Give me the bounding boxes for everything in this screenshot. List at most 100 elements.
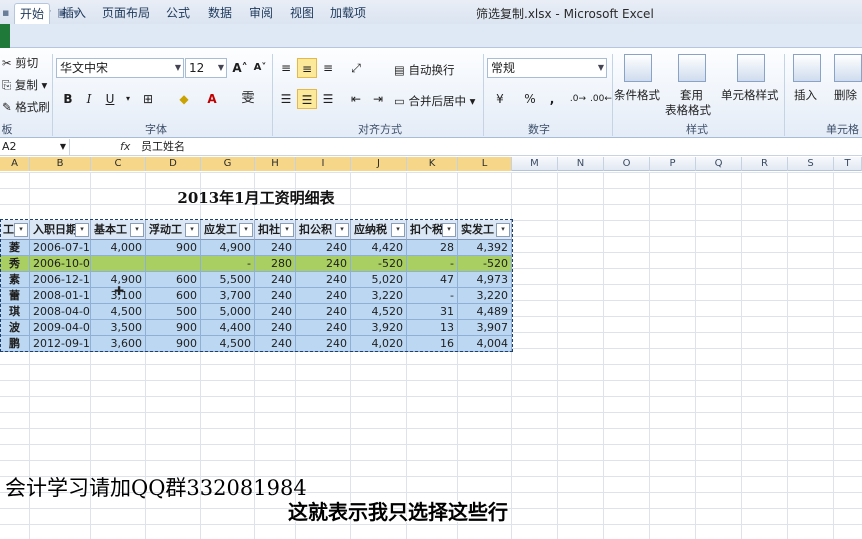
- merge-center-button[interactable]: ▭ 合并后居中 ▾: [394, 93, 475, 109]
- table-cell[interactable]: 2009-04-03: [30, 320, 91, 336]
- table-cell[interactable]: 5,020: [351, 272, 407, 288]
- table-cell[interactable]: -: [407, 256, 458, 272]
- table-cell[interactable]: 240: [255, 336, 296, 352]
- table-cell[interactable]: 240: [255, 304, 296, 320]
- grow-font-icon[interactable]: A˄: [230, 58, 250, 78]
- table-cell[interactable]: 240: [296, 304, 351, 320]
- table-cell[interactable]: 5,500: [201, 272, 255, 288]
- align-center-icon[interactable]: ☰: [297, 89, 317, 109]
- table-cell[interactable]: 280: [255, 256, 296, 272]
- tab-view[interactable]: 视图: [285, 3, 319, 24]
- table-cell[interactable]: [91, 256, 146, 272]
- table-cell[interactable]: 31: [407, 304, 458, 320]
- column-header[interactable]: L: [458, 157, 512, 171]
- format-painter-button[interactable]: ✎ 格式刷: [2, 99, 50, 115]
- decrease-decimal-icon[interactable]: .00←: [590, 89, 612, 109]
- cell-styles-button[interactable]: 单元格样式: [721, 87, 779, 103]
- table-cell[interactable]: 蕾: [0, 288, 30, 304]
- table-header-cell[interactable]: 工姓▾: [0, 220, 30, 240]
- file-tab[interactable]: [0, 24, 10, 48]
- table-cell[interactable]: 4,900: [201, 240, 255, 256]
- column-header[interactable]: J: [351, 157, 407, 171]
- delete-cells-icon[interactable]: [834, 54, 862, 82]
- tab-review[interactable]: 审阅: [243, 3, 279, 24]
- table-cell[interactable]: 240: [296, 288, 351, 304]
- column-header[interactable]: G: [201, 157, 255, 171]
- insert-cells-button[interactable]: 插入: [794, 87, 817, 103]
- table-cell[interactable]: 500: [146, 304, 201, 320]
- conditional-format-icon[interactable]: [624, 54, 652, 82]
- table-cell[interactable]: 素: [0, 272, 30, 288]
- column-header[interactable]: D: [146, 157, 201, 171]
- column-header[interactable]: R: [742, 157, 788, 171]
- bold-icon[interactable]: B: [58, 89, 78, 109]
- table-cell[interactable]: 4,500: [91, 304, 146, 320]
- filter-dropdown-icon[interactable]: ▾: [75, 223, 89, 237]
- insert-cells-icon[interactable]: [793, 54, 821, 82]
- column-header[interactable]: H: [255, 157, 296, 171]
- column-header[interactable]: A: [0, 157, 30, 171]
- table-cell[interactable]: -: [201, 256, 255, 272]
- table-cell[interactable]: 3,700: [201, 288, 255, 304]
- align-right-icon[interactable]: ☰: [318, 89, 338, 109]
- increase-indent-icon[interactable]: ⇥: [368, 89, 388, 109]
- table-header-cell[interactable]: 应发工 ▾: [201, 220, 255, 240]
- cell-styles-icon[interactable]: [737, 54, 765, 82]
- table-cell[interactable]: 240: [255, 240, 296, 256]
- filter-dropdown-icon[interactable]: ▾: [130, 223, 144, 237]
- table-header-cell[interactable]: 扣社 ▾: [255, 220, 296, 240]
- increase-decimal-icon[interactable]: .0→: [568, 89, 588, 109]
- table-cell[interactable]: 3,920: [351, 320, 407, 336]
- filter-dropdown-icon[interactable]: ▾: [496, 223, 510, 237]
- format-as-table-line1[interactable]: 套用: [680, 87, 703, 103]
- table-cell[interactable]: 2006-10-02: [30, 256, 91, 272]
- font-name-combo[interactable]: 华文中宋 ▼: [56, 58, 184, 78]
- table-cell[interactable]: -520: [458, 256, 512, 272]
- table-cell[interactable]: 13: [407, 320, 458, 336]
- table-cell[interactable]: 4,489: [458, 304, 512, 320]
- comma-button[interactable]: ,: [542, 89, 562, 109]
- delete-cells-button[interactable]: 删除: [834, 87, 857, 103]
- table-header-cell[interactable]: 入职日期 ▾: [30, 220, 91, 240]
- filter-dropdown-icon[interactable]: ▾: [391, 223, 405, 237]
- table-cell[interactable]: 4,004: [458, 336, 512, 352]
- column-header[interactable]: Q: [696, 157, 742, 171]
- table-cell[interactable]: 菱: [0, 240, 30, 256]
- filter-dropdown-icon[interactable]: ▾: [239, 223, 253, 237]
- table-cell[interactable]: 秀: [0, 256, 30, 272]
- table-header-cell[interactable]: 应纳税 ▾: [351, 220, 407, 240]
- column-header[interactable]: S: [788, 157, 834, 171]
- filter-dropdown-icon[interactable]: ▾: [185, 223, 199, 237]
- table-cell[interactable]: 波: [0, 320, 30, 336]
- conditional-format-button[interactable]: 条件格式: [614, 87, 660, 103]
- table-cell[interactable]: -520: [351, 256, 407, 272]
- table-header-cell[interactable]: 基本工 ▾: [91, 220, 146, 240]
- table-cell[interactable]: 4,392: [458, 240, 512, 256]
- table-cell[interactable]: 4,420: [351, 240, 407, 256]
- table-cell[interactable]: 4,000: [91, 240, 146, 256]
- number-format-combo[interactable]: 常规 ▼: [487, 58, 607, 78]
- table-cell[interactable]: 2008-04-09: [30, 304, 91, 320]
- table-cell[interactable]: 4,973: [458, 272, 512, 288]
- name-box[interactable]: A2 ▼: [0, 139, 70, 156]
- cut-button[interactable]: ✂ 剪切: [2, 55, 38, 71]
- table-header-cell[interactable]: 实发工 ▾: [458, 220, 512, 240]
- tab-addins[interactable]: 加载项: [325, 3, 371, 24]
- column-header[interactable]: O: [604, 157, 650, 171]
- table-header-cell[interactable]: 扣公积 ▾: [296, 220, 351, 240]
- table-cell[interactable]: 4,520: [351, 304, 407, 320]
- filter-dropdown-icon[interactable]: ▾: [335, 223, 349, 237]
- table-cell[interactable]: 2006-07-13: [30, 240, 91, 256]
- table-cell[interactable]: 47: [407, 272, 458, 288]
- copy-button[interactable]: ⎘ 复制 ▾: [2, 77, 47, 93]
- column-header[interactable]: I: [296, 157, 351, 171]
- font-size-combo[interactable]: 12 ▼: [185, 58, 227, 78]
- tab-home[interactable]: 开始: [14, 3, 50, 24]
- table-cell[interactable]: 28: [407, 240, 458, 256]
- fill-color-icon[interactable]: ◆: [174, 89, 194, 109]
- align-bottom-icon[interactable]: ≡: [318, 58, 338, 78]
- column-header[interactable]: M: [512, 157, 558, 171]
- column-header[interactable]: T: [834, 157, 862, 171]
- formula-input[interactable]: 员工姓名: [141, 139, 185, 155]
- table-cell[interactable]: 240: [255, 272, 296, 288]
